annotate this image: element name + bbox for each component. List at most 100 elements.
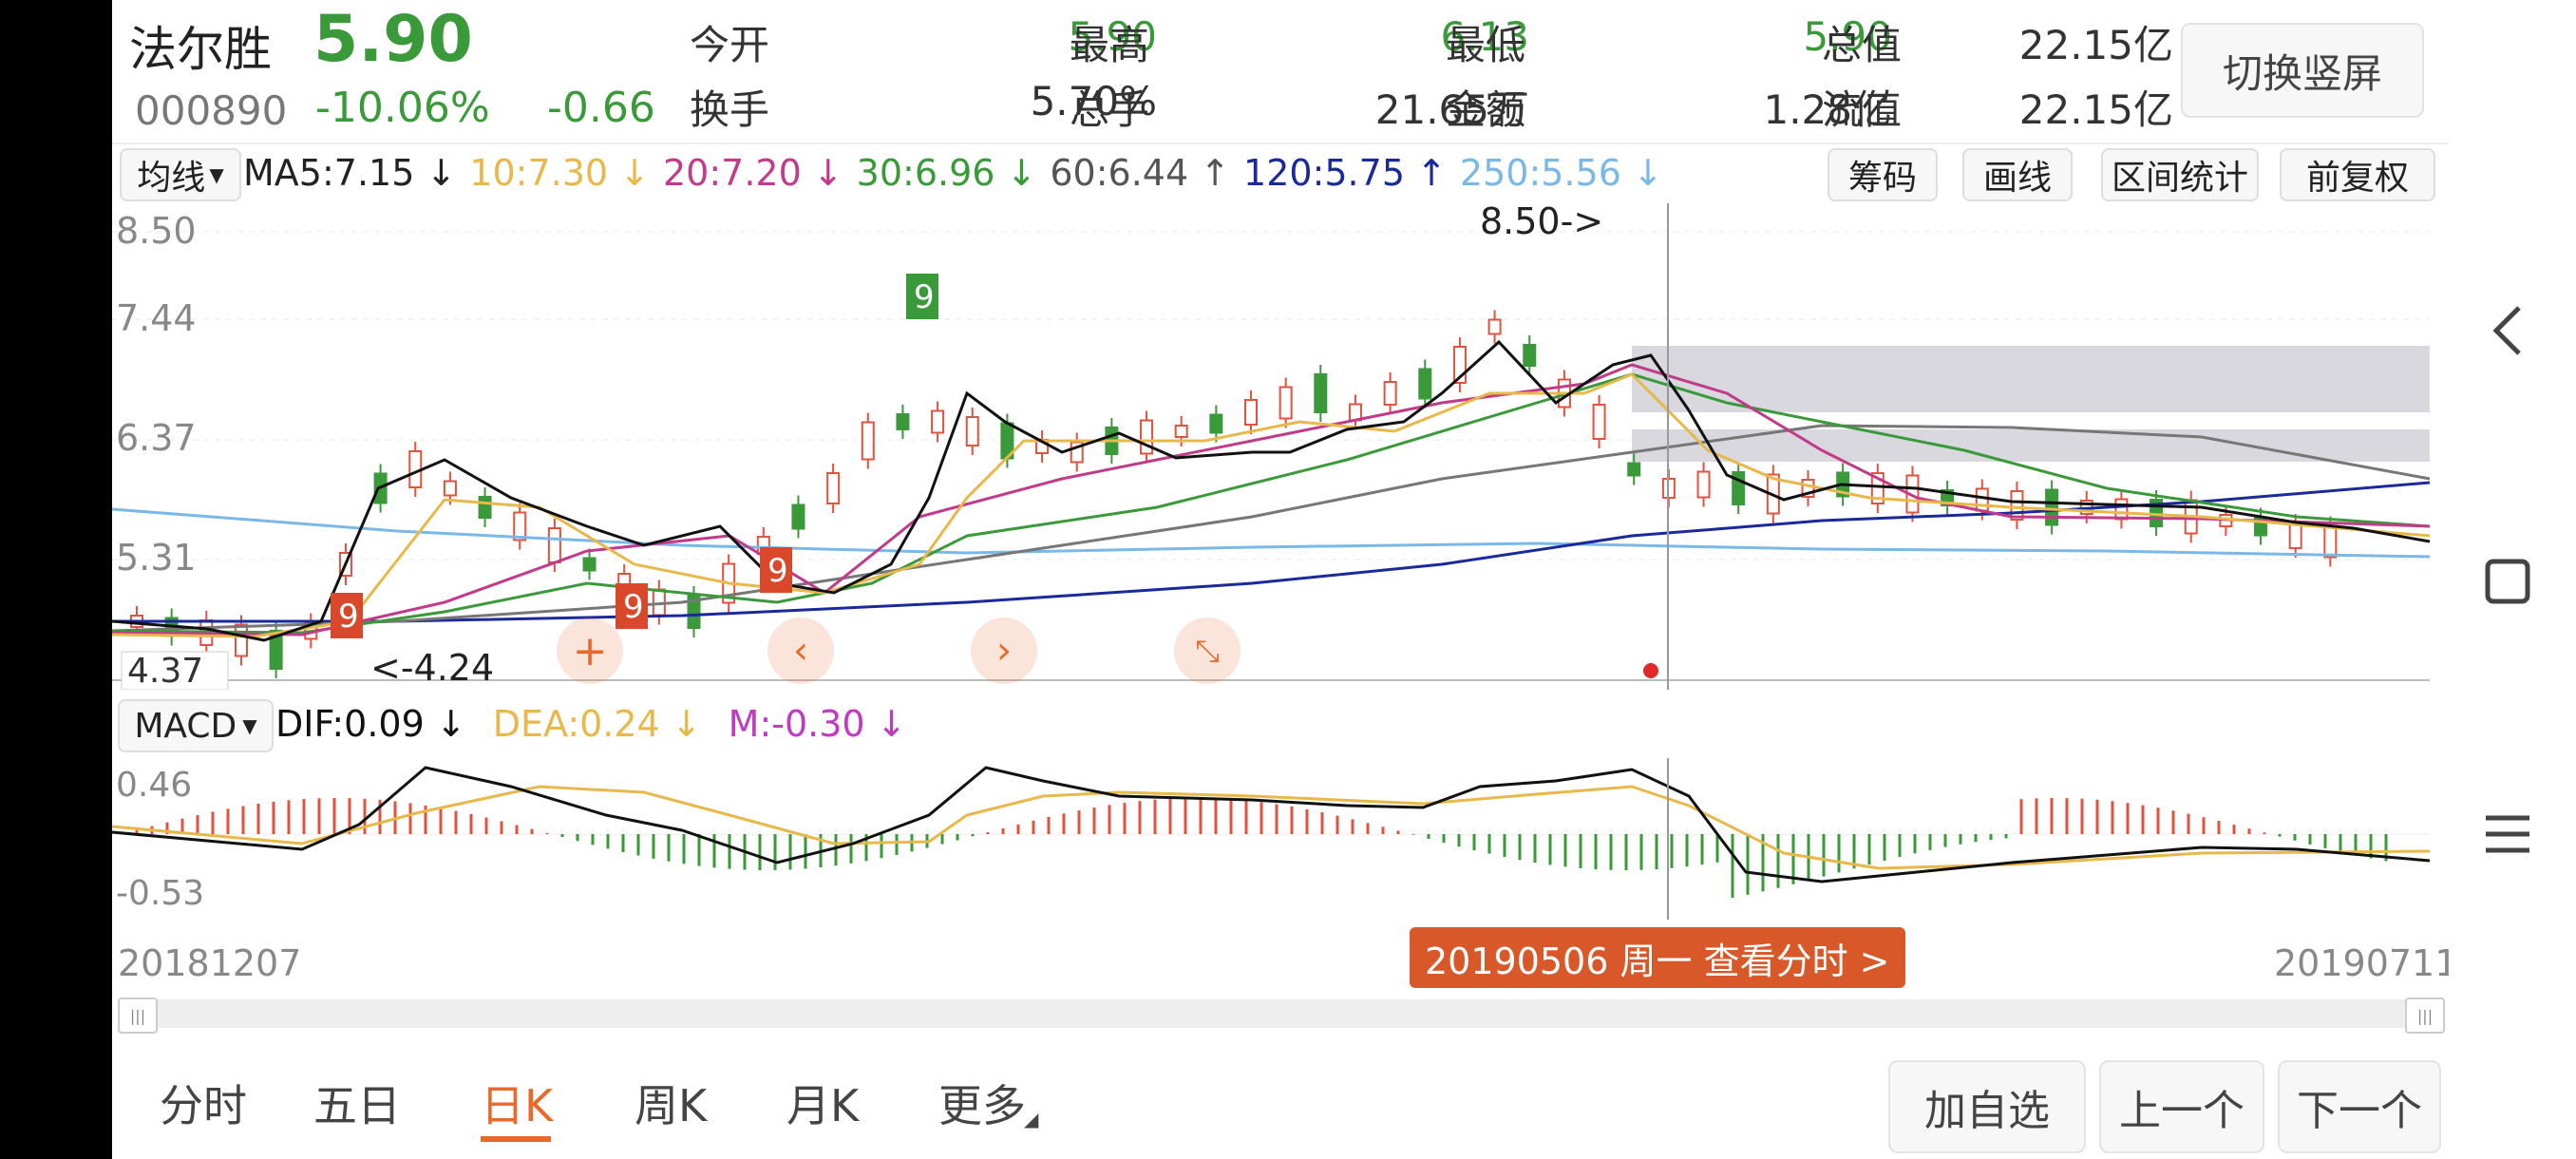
y-axis-label: 5.31 xyxy=(116,537,197,579)
td-nine-text: 9 xyxy=(623,588,644,626)
range-slider-left-handle[interactable]: ||| xyxy=(118,998,158,1034)
crosshair-dot xyxy=(1643,663,1658,678)
quote-label-high: 最高 xyxy=(1070,22,1150,68)
td-nine-text: 9 xyxy=(914,278,935,316)
tab-daily-k[interactable]: 日K xyxy=(481,1072,553,1134)
tab-more[interactable]: 更多 xyxy=(938,1072,1026,1134)
candle xyxy=(478,496,492,519)
quote-label-total-cap: 总值 xyxy=(1822,22,1903,68)
candle xyxy=(931,409,945,434)
candle xyxy=(443,480,457,497)
candle xyxy=(1696,470,1711,499)
ma-values: MA5:7.15 ↓ 10:7.30 ↓ 20:7.20 ↓ 30:6.96 ↓… xyxy=(243,152,1663,194)
quote-label-amount: 金额 xyxy=(1446,86,1526,133)
tab-minute[interactable]: 分时 xyxy=(160,1072,247,1134)
switch-portrait-button[interactable]: 切换竖屏 xyxy=(2181,23,2424,118)
candle xyxy=(2010,490,2024,521)
ma-value-250: 250:5.56 ↓ xyxy=(1459,152,1663,194)
quote-label-low: 最低 xyxy=(1446,22,1526,68)
candle xyxy=(826,472,841,504)
candle xyxy=(2323,524,2338,559)
tab-weekly-k[interactable]: 周K xyxy=(635,1072,707,1134)
candle xyxy=(1418,368,1432,400)
previous-stock-button[interactable]: 上一个 xyxy=(2099,1060,2264,1153)
ma-selector[interactable]: 均线 ▼ xyxy=(120,148,241,201)
quote-label-open: 今开 xyxy=(690,22,770,68)
plus-icon[interactable]: + xyxy=(557,618,623,684)
chevron-left-icon[interactable]: ‹ xyxy=(767,618,834,684)
macd-dif: DIF:0.09 ↓ xyxy=(275,703,466,745)
quote-label-volume: 总手 xyxy=(1070,86,1150,133)
quote-value-total-cap: 22.15亿 xyxy=(2018,22,2173,68)
tab-monthly-k[interactable]: 月K xyxy=(786,1072,859,1134)
candle xyxy=(2114,498,2129,521)
pressure-zone xyxy=(1632,346,2430,412)
caret-down-icon: ▼ xyxy=(209,163,224,186)
quote-label-float-cap: 流值 xyxy=(1822,86,1903,133)
candle xyxy=(1487,318,1502,335)
tab-five-day[interactable]: 五日 xyxy=(313,1072,401,1134)
macd-histogram xyxy=(135,798,2388,898)
macd-y-label: -0.53 xyxy=(116,874,204,913)
candle xyxy=(547,527,561,563)
macd-dea: DEA:0.24 ↓ xyxy=(492,703,702,745)
macd-values: DIF:0.09 ↓ DEA:0.24 ↓ M:-0.30 ↓ xyxy=(275,703,907,745)
candle xyxy=(965,416,979,446)
ma-value-120: 120:5.75 ↑ xyxy=(1243,152,1447,194)
candle xyxy=(582,557,597,572)
candle xyxy=(1140,419,1154,455)
header-divider xyxy=(112,142,2449,144)
date-start: 20181207 xyxy=(118,942,302,984)
macd-chart[interactable]: 0.46 -0.53 xyxy=(112,758,2449,920)
candle xyxy=(1523,344,1537,367)
chevron-left-icon[interactable] xyxy=(2470,293,2546,369)
macd-selector[interactable]: MACD ▼ xyxy=(118,699,274,752)
forward-adjust-button[interactable]: 前复权 xyxy=(2280,148,2435,201)
caret-down-icon: ▼ xyxy=(242,714,257,737)
candle xyxy=(1314,373,1328,413)
compress-icon[interactable]: ⤡ xyxy=(1174,618,1241,684)
ma-value-30: 30:6.96 ↓ xyxy=(856,152,1037,194)
quote-value-float-cap: 22.15亿 xyxy=(2018,86,2173,133)
range-stats-button[interactable]: 区间统计 xyxy=(2101,148,2259,201)
macd-y-label: 0.46 xyxy=(116,766,192,805)
active-tab-underline xyxy=(481,1136,551,1142)
y-axis-label: 6.37 xyxy=(116,417,197,459)
high-marker: 8.50-> xyxy=(1480,203,1603,242)
y-axis-label: 8.50 xyxy=(116,210,197,252)
ma-value-20: 20:7.20 ↓ xyxy=(662,152,843,194)
draw-line-button[interactable]: 画线 xyxy=(1962,148,2073,201)
quote-label-turnover: 换手 xyxy=(690,86,770,133)
stock-code: 000890 xyxy=(135,87,288,134)
ma-value-10: 10:7.30 ↓ xyxy=(469,152,650,194)
stock-name: 法尔胜 xyxy=(129,22,272,77)
td-nine-text: 9 xyxy=(338,598,359,636)
candle xyxy=(1383,381,1397,406)
square-icon[interactable] xyxy=(2470,543,2546,619)
candle xyxy=(1975,487,1989,512)
candle xyxy=(2288,522,2302,549)
next-stock-button[interactable]: 下一个 xyxy=(2278,1060,2441,1153)
add-watchlist-button[interactable]: 加自选 xyxy=(1888,1060,2086,1153)
menu-icon[interactable] xyxy=(2470,796,2546,872)
candle xyxy=(2045,488,2059,526)
ma-value-60: 60:6.44 ↑ xyxy=(1050,152,1231,194)
candle xyxy=(861,421,875,461)
range-slider-track[interactable] xyxy=(118,999,2443,1028)
candle xyxy=(1627,462,1641,477)
candle xyxy=(1174,425,1188,438)
y-axis-label: 7.44 xyxy=(116,297,197,339)
candle xyxy=(1244,399,1258,426)
macd-m: M:-0.30 ↓ xyxy=(728,703,907,745)
ma-selector-label: 均线 xyxy=(137,159,206,198)
chip-distribution-button[interactable]: 筹码 xyxy=(1828,148,1938,201)
range-slider-right-handle[interactable]: ||| xyxy=(2405,998,2445,1034)
candle xyxy=(1279,386,1293,420)
chevron-right-icon[interactable]: › xyxy=(971,618,1037,684)
candle xyxy=(896,413,910,430)
left-black-bar xyxy=(0,0,112,1159)
crosshair-date-label[interactable]: 20190506 周一 查看分时 > xyxy=(1410,927,1905,988)
macd-selector-label: MACD xyxy=(134,706,237,746)
kline-chart[interactable]: 8.50 7.44 6.37 5.31 4.37 8.50-> <-4.24 9… xyxy=(112,203,2449,690)
stock-detail-view: 法尔胜 5.90 000890 -10.06% -0.66 今开 5.90 最高… xyxy=(112,0,2457,1159)
